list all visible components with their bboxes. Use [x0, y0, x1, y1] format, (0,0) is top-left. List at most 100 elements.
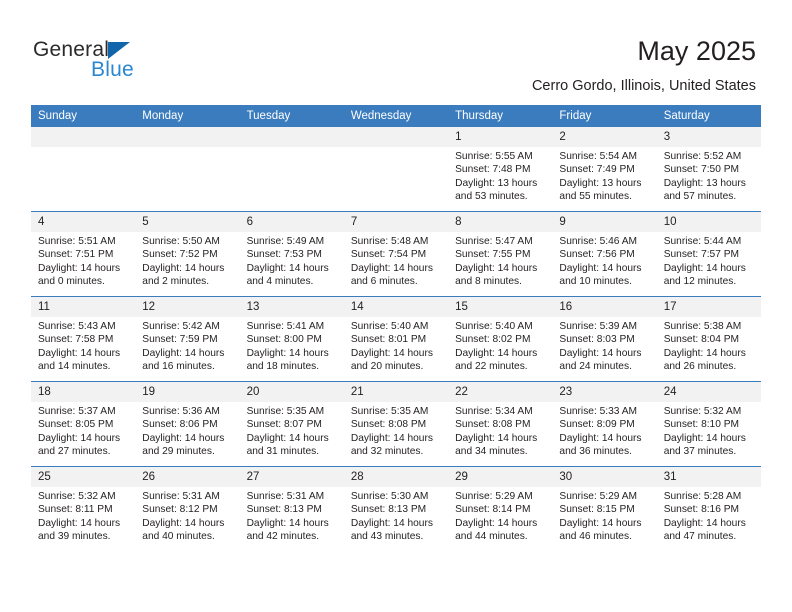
calendar-day-cell[interactable]: 8 Sunrise: 5:47 AM Sunset: 7:55 PM Daylight… — [448, 211, 553, 297]
calendar-day-cell[interactable] — [343, 127, 449, 212]
calendar-day-cell[interactable]: 13 Sunrise: 5:41 AM Sunset: 8:00 PM Dayligh… — [239, 296, 344, 382]
calendar-day-cell[interactable]: 12 Sunrise: 5:42 AM Sunset: 7:59 PM Dayligh… — [135, 296, 240, 382]
calendar-day-cell[interactable]: 14 Sunrise: 5:40 AM Sunset: 8:01 PM Dayligh… — [343, 296, 449, 382]
sunrise-time: Sunrise: 5:37 AM — [38, 406, 116, 417]
daylight-duration-line2: and 57 minutes. — [663, 191, 737, 203]
calendar-day-cell[interactable]: 1 Sunrise: 5:55 AM Sunset: 7:48 PM Daylight… — [448, 127, 553, 212]
sunset-time: Sunset: 8:11 PM — [38, 504, 113, 516]
day-sun-info: Sunrise: 5:51 AM Sunset: 7:51 PM Daylight:… — [31, 232, 135, 289]
daylight-duration-line1: Daylight: 14 hours — [455, 517, 538, 529]
sunset-time: Sunset: 7:58 PM — [38, 334, 114, 346]
calendar-day-cell[interactable]: 2 Sunrise: 5:54 AM Sunset: 7:49 PM Daylight… — [552, 127, 657, 212]
brand-triangle-icon — [108, 42, 130, 59]
calendar-day-cell[interactable] — [239, 127, 344, 212]
day-number: 19 — [135, 382, 240, 402]
sunset-time: Sunset: 8:09 PM — [559, 419, 635, 431]
daylight-duration-line1: Daylight: 14 hours — [559, 517, 642, 529]
sunrise-time: Sunrise: 5:39 AM — [559, 321, 637, 332]
calendar-day-cell[interactable]: 28 Sunrise: 5:30 AM Sunset: 8:13 PM Dayligh… — [343, 466, 449, 551]
day-number: 2 — [552, 127, 657, 147]
calendar-day-cell[interactable]: 26 Sunrise: 5:31 AM Sunset: 8:12 PM Dayligh… — [135, 466, 240, 551]
day-number: 12 — [135, 297, 240, 317]
daylight-duration-line1: Daylight: 14 hours — [350, 347, 433, 359]
day-cell-content: 17 Sunrise: 5:38 AM Sunset: 8:04 PM Dayligh… — [656, 297, 761, 381]
day-number — [343, 127, 449, 147]
daylight-duration-line1: Daylight: 14 hours — [350, 432, 433, 444]
daylight-duration-line1: Daylight: 14 hours — [142, 262, 225, 274]
day-sun-info: Sunrise: 5:52 AM Sunset: 7:50 PM Daylight:… — [657, 147, 761, 204]
day-cell-empty — [343, 127, 449, 211]
calendar-day-cell[interactable]: 30 Sunrise: 5:29 AM Sunset: 8:15 PM Dayligh… — [552, 466, 657, 551]
daylight-duration-line2: and 42 minutes. — [246, 531, 320, 543]
weekday-header-thursday: Thursday — [448, 105, 553, 127]
daylight-duration-line1: Daylight: 13 hours — [455, 177, 538, 189]
daylight-duration-line1: Daylight: 14 hours — [246, 347, 329, 359]
calendar-day-cell[interactable]: 15 Sunrise: 5:40 AM Sunset: 8:02 PM Dayligh… — [448, 296, 553, 382]
calendar-day-cell[interactable]: 20 Sunrise: 5:35 AM Sunset: 8:07 PM Dayligh… — [239, 381, 344, 467]
calendar-day-cell[interactable]: 18 Sunrise: 5:37 AM Sunset: 8:05 PM Dayligh… — [31, 381, 136, 467]
calendar-day-cell[interactable]: 25 Sunrise: 5:32 AM Sunset: 8:11 PM Dayligh… — [31, 466, 136, 551]
calendar-day-cell[interactable] — [31, 127, 136, 212]
day-cell-content: 3 Sunrise: 5:52 AM Sunset: 7:50 PM Daylight… — [656, 127, 761, 211]
day-number: 29 — [448, 467, 553, 487]
sunrise-time: Sunrise: 5:36 AM — [142, 406, 220, 417]
calendar-day-cell[interactable]: 4 Sunrise: 5:51 AM Sunset: 7:51 PM Daylight… — [31, 211, 136, 297]
day-sun-info: Sunrise: 5:32 AM Sunset: 8:11 PM Daylight:… — [31, 487, 135, 544]
sunrise-time: Sunrise: 5:35 AM — [246, 406, 325, 417]
sunset-time: Sunset: 8:10 PM — [663, 419, 740, 431]
day-number: 10 — [656, 212, 761, 232]
calendar-day-cell[interactable]: 6 Sunrise: 5:49 AM Sunset: 7:53 PM Daylight… — [239, 211, 344, 297]
calendar-day-cell[interactable]: 17 Sunrise: 5:38 AM Sunset: 8:04 PM Dayligh… — [656, 296, 761, 382]
daylight-duration-line2: and 2 minutes. — [142, 276, 210, 288]
sunset-time: Sunset: 8:15 PM — [559, 504, 635, 516]
daylight-duration-line2: and 16 minutes. — [142, 361, 215, 373]
sunrise-time: Sunrise: 5:52 AM — [663, 151, 742, 162]
daylight-duration-line2: and 24 minutes. — [559, 361, 632, 373]
calendar-day-cell[interactable] — [135, 127, 240, 212]
calendar-day-cell[interactable]: 29 Sunrise: 5:29 AM Sunset: 8:14 PM Dayligh… — [448, 466, 553, 551]
sunrise-time: Sunrise: 5:30 AM — [350, 491, 429, 502]
calendar-day-cell[interactable]: 3 Sunrise: 5:52 AM Sunset: 7:50 PM Daylight… — [656, 127, 761, 212]
day-cell-content: 23 Sunrise: 5:33 AM Sunset: 8:09 PM Dayligh… — [552, 382, 657, 466]
calendar-day-cell[interactable]: 11 Sunrise: 5:43 AM Sunset: 7:58 PM Dayligh… — [31, 296, 136, 382]
day-number — [135, 127, 240, 147]
sunrise-time: Sunrise: 5:42 AM — [142, 321, 220, 332]
day-number: 31 — [656, 467, 761, 487]
day-cell-content: 14 Sunrise: 5:40 AM Sunset: 8:01 PM Dayligh… — [343, 297, 449, 381]
day-cell-content: 26 Sunrise: 5:31 AM Sunset: 8:12 PM Dayligh… — [135, 467, 240, 551]
sunrise-time: Sunrise: 5:34 AM — [455, 406, 533, 417]
sunrise-sunset-calendar: Sunday Monday Tuesday Wednesday Thursday… — [31, 105, 761, 551]
day-cell-content: 5 Sunrise: 5:50 AM Sunset: 7:52 PM Daylight… — [135, 212, 240, 296]
sunrise-time: Sunrise: 5:32 AM — [38, 491, 116, 502]
brand-logo[interactable]: General Blue — [33, 38, 253, 88]
daylight-duration-line1: Daylight: 14 hours — [455, 262, 538, 274]
sunset-time: Sunset: 8:04 PM — [663, 334, 740, 346]
sunrise-time: Sunrise: 5:29 AM — [455, 491, 533, 502]
calendar-day-cell[interactable]: 31 Sunrise: 5:28 AM Sunset: 8:16 PM Dayligh… — [656, 466, 761, 551]
calendar-day-cell[interactable]: 23 Sunrise: 5:33 AM Sunset: 8:09 PM Dayligh… — [552, 381, 657, 467]
calendar-day-cell[interactable]: 19 Sunrise: 5:36 AM Sunset: 8:06 PM Dayligh… — [135, 381, 240, 467]
calendar-day-cell[interactable]: 16 Sunrise: 5:39 AM Sunset: 8:03 PM Dayligh… — [552, 296, 657, 382]
calendar-day-cell[interactable]: 24 Sunrise: 5:32 AM Sunset: 8:10 PM Dayligh… — [656, 381, 761, 467]
day-number: 18 — [31, 382, 136, 402]
calendar-day-cell[interactable]: 9 Sunrise: 5:46 AM Sunset: 7:56 PM Daylight… — [552, 211, 657, 297]
calendar-day-cell[interactable]: 5 Sunrise: 5:50 AM Sunset: 7:52 PM Daylight… — [135, 211, 240, 297]
day-number: 22 — [448, 382, 553, 402]
day-cell-content: 15 Sunrise: 5:40 AM Sunset: 8:02 PM Dayligh… — [448, 297, 553, 381]
day-sun-info: Sunrise: 5:32 AM Sunset: 8:10 PM Daylight:… — [657, 402, 761, 459]
daylight-duration-line1: Daylight: 14 hours — [455, 347, 538, 359]
calendar-day-cell[interactable]: 27 Sunrise: 5:31 AM Sunset: 8:13 PM Dayligh… — [239, 466, 344, 551]
day-sun-info: Sunrise: 5:36 AM Sunset: 8:06 PM Daylight:… — [135, 402, 239, 459]
day-cell-content: 1 Sunrise: 5:55 AM Sunset: 7:48 PM Daylight… — [448, 127, 553, 211]
calendar-day-cell[interactable]: 10 Sunrise: 5:44 AM Sunset: 7:57 PM Dayligh… — [656, 211, 761, 297]
day-cell-content: 4 Sunrise: 5:51 AM Sunset: 7:51 PM Daylight… — [31, 212, 136, 296]
sunrise-time: Sunrise: 5:49 AM — [246, 236, 325, 247]
calendar-day-cell[interactable]: 21 Sunrise: 5:35 AM Sunset: 8:08 PM Dayligh… — [343, 381, 449, 467]
calendar-day-cell[interactable]: 7 Sunrise: 5:48 AM Sunset: 7:54 PM Daylight… — [343, 211, 449, 297]
calendar-day-cell[interactable]: 22 Sunrise: 5:34 AM Sunset: 8:08 PM Dayligh… — [448, 381, 553, 467]
day-cell-content: 7 Sunrise: 5:48 AM Sunset: 7:54 PM Daylight… — [343, 212, 449, 296]
day-sun-info: Sunrise: 5:33 AM Sunset: 8:09 PM Daylight:… — [552, 402, 656, 459]
day-sun-info: Sunrise: 5:41 AM Sunset: 8:00 PM Daylight:… — [240, 317, 344, 374]
sunrise-time: Sunrise: 5:32 AM — [663, 406, 742, 417]
page-title: May 2025 — [637, 36, 756, 66]
